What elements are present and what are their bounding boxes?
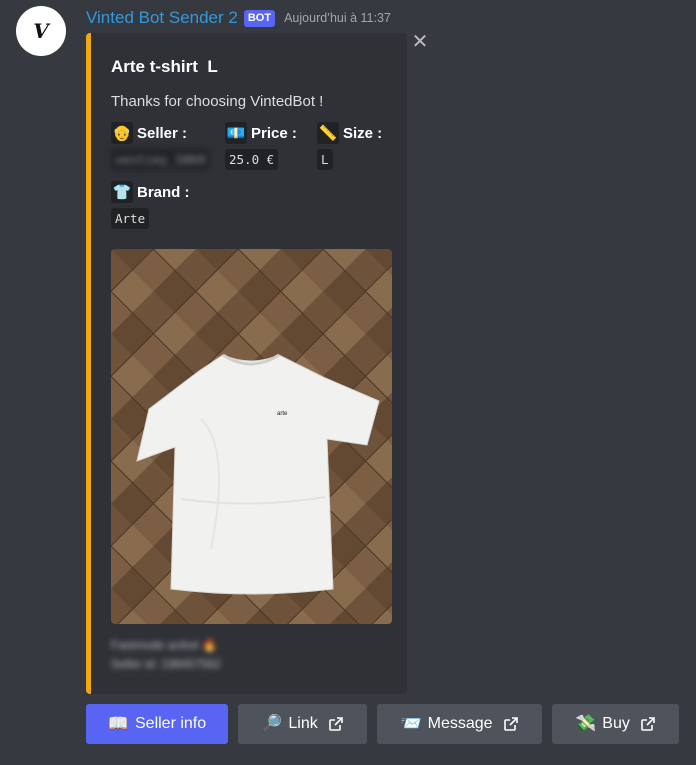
footer-line-1: Fastmode activé 🔥 — [111, 638, 218, 652]
buy-label: Buy — [602, 715, 630, 732]
field-brand: 👕 Brand : Arte — [111, 181, 190, 229]
bot-avatar[interactable]: V — [16, 6, 66, 56]
size-emoji-icon: 📏 — [317, 122, 339, 144]
link-button[interactable]: 🔎 Link — [238, 704, 367, 744]
field-seller-name: Seller : — [137, 124, 188, 142]
field-size: 📏 Size : L — [317, 122, 382, 170]
embed-description: Thanks for choosing VintedBot ! — [111, 93, 324, 110]
field-price: 💶 Price : 25.0 € — [225, 122, 297, 170]
external-link-icon — [503, 717, 518, 731]
tshirt-photo-image: arte — [111, 249, 392, 624]
external-link-icon — [641, 717, 655, 731]
field-brand-value: Arte — [111, 208, 150, 229]
field-brand-name: Brand : — [137, 183, 190, 201]
bot-message: V Vinted Bot Sender 2 BOT Aujourd’hui à … — [0, 0, 696, 765]
field-size-name: Size : — [343, 124, 383, 142]
avatar-letter: V — [33, 19, 49, 43]
message-label: Message — [427, 715, 493, 732]
item-embed: Arte t-shirt L Thanks for choosing Vinte… — [86, 33, 407, 694]
book-icon: 📖 — [107, 714, 129, 733]
field-seller: 👴 Seller : vestiey_5069 — [111, 122, 210, 170]
embed-title: Arte t-shirt L — [111, 57, 218, 76]
brand-emoji-icon: 👕 — [111, 181, 133, 203]
field-seller-value: vestiey_5069 — [111, 149, 210, 170]
embed-footer: Fastmode activé 🔥 Seller id: 198457562 — [111, 636, 221, 674]
message-button[interactable]: 📨 Message — [377, 704, 542, 744]
username[interactable]: Vinted Bot Sender 2 — [86, 8, 238, 28]
envelope-icon: 📨 — [400, 714, 422, 733]
field-price-value: 25.0 € — [225, 149, 279, 170]
seller-info-button[interactable]: 📖 Seller info — [86, 704, 228, 744]
seller-emoji-icon: 👴 — [111, 122, 133, 144]
buy-button[interactable]: 💸 Buy — [552, 704, 679, 744]
external-link-icon — [328, 717, 343, 731]
footer-line-2: Seller id: 198457562 — [111, 657, 222, 671]
close-icon[interactable]: ✕ — [410, 32, 430, 52]
price-emoji-icon: 💶 — [225, 122, 247, 144]
bot-badge: BOT — [243, 9, 276, 27]
timestamp: Aujourd’hui à 11:37 — [284, 11, 391, 25]
field-size-value: L — [317, 149, 333, 170]
magnifier-icon: 🔎 — [261, 714, 283, 733]
message-header: Vinted Bot Sender 2 BOT Aujourd’hui à 11… — [86, 7, 391, 29]
item-photo[interactable]: arte — [111, 249, 392, 624]
money-wings-icon: 💸 — [575, 714, 597, 733]
field-price-name: Price : — [251, 124, 297, 142]
link-label: Link — [288, 715, 318, 732]
action-buttons: 📖 Seller info 🔎 Link 📨 Message 💸 Buy — [86, 704, 679, 744]
seller-info-label: Seller info — [135, 715, 207, 732]
svg-text:arte: arte — [277, 411, 288, 417]
